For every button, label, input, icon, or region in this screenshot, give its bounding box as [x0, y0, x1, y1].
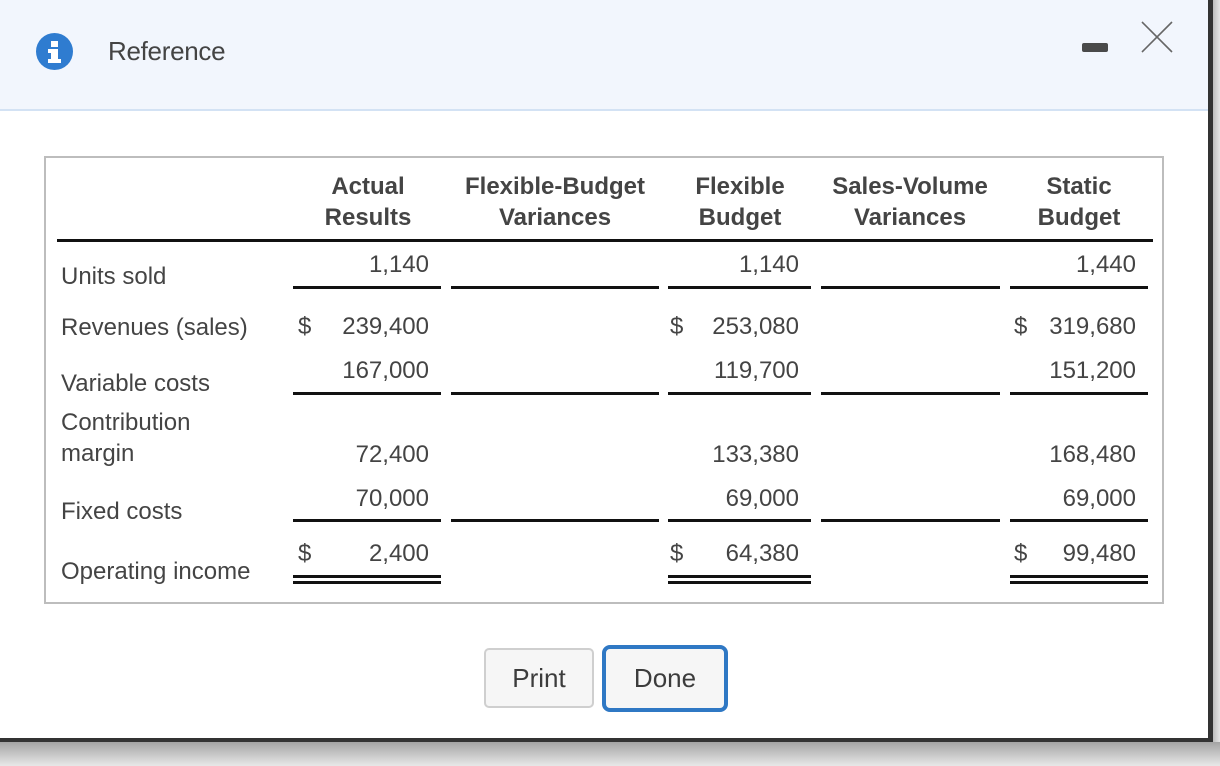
cell-flexible: 253,080 [712, 313, 799, 340]
underline [451, 286, 659, 289]
currency-symbol: $ [1014, 540, 1028, 567]
header-line1: Actual [331, 173, 405, 200]
label-line1: Contribution [61, 409, 191, 436]
double-underline [668, 575, 811, 584]
cell-static: 1,440 [1075, 251, 1136, 278]
cell-actual: 1,140 [368, 251, 429, 278]
cell-flexible: 64,380 [725, 540, 799, 567]
close-button[interactable] [1138, 18, 1176, 56]
column-header-actual-results: Actual Results [308, 171, 428, 233]
cell-static: 168,480 [1049, 441, 1136, 468]
window-shadow-bottom [0, 742, 1220, 766]
currency-symbol: $ [670, 313, 684, 340]
underline [293, 519, 441, 522]
underline [293, 392, 441, 395]
header-line1: Flexible-Budget [464, 173, 645, 200]
dialog-title: Reference [108, 36, 226, 66]
close-icon [1141, 21, 1173, 53]
currency-symbol: $ [670, 540, 684, 567]
cell-actual: 2,400 [368, 540, 429, 567]
row-label-fixed-costs: Fixed costs [61, 498, 183, 525]
cell-static: 319,680 [1049, 313, 1136, 340]
row-label-revenues: Revenues (sales) [61, 314, 248, 341]
cell-static: 99,480 [1062, 540, 1136, 567]
print-button[interactable]: Print [484, 648, 594, 708]
currency-symbol: $ [1014, 313, 1028, 340]
header-line1: Static [1046, 173, 1112, 200]
header-line2: Budget [1037, 204, 1121, 231]
underline [668, 519, 811, 522]
underline [451, 392, 659, 395]
column-header-flexible-budget: Flexible Budget [680, 171, 800, 233]
double-underline [1010, 575, 1148, 584]
dialog-header: Reference [0, 0, 1208, 111]
underline [668, 392, 811, 395]
minimize-button[interactable] [1076, 34, 1114, 62]
header-line2: Variances [498, 204, 612, 231]
column-header-flexible-budget-variances: Flexible-Budget Variances [451, 171, 659, 233]
done-button[interactable]: Done [602, 645, 728, 712]
underline [821, 286, 1000, 289]
column-header-sales-volume-variances: Sales-Volume Variances [815, 171, 1005, 233]
double-underline [293, 575, 441, 584]
underline [821, 392, 1000, 395]
reference-dialog: Reference Actual Results Flexible-Budget… [0, 0, 1213, 742]
cell-static: 69,000 [1062, 485, 1136, 512]
cell-actual: 70,000 [355, 485, 429, 512]
cell-flexible: 1,140 [738, 251, 799, 278]
cell-static: 151,200 [1049, 357, 1136, 384]
underline [668, 286, 811, 289]
underline [1010, 392, 1148, 395]
header-line2: Budget [698, 204, 782, 231]
currency-symbol: $ [298, 540, 312, 567]
header-divider [57, 239, 1153, 242]
underline [821, 519, 1000, 522]
currency-symbol: $ [298, 313, 312, 340]
label-line2: margin [61, 440, 135, 467]
row-label-operating-income: Operating income [61, 558, 251, 585]
header-line2: Variances [853, 204, 967, 231]
header-line1: Flexible [695, 173, 785, 200]
row-label-units-sold: Units sold [61, 263, 167, 290]
cell-actual: 167,000 [342, 357, 429, 384]
cell-actual: 72,400 [355, 441, 429, 468]
underline [293, 286, 441, 289]
row-label-contribution-margin: Contribution margin [61, 407, 190, 469]
underline [1010, 519, 1148, 522]
header-line2: Results [324, 204, 412, 231]
cell-flexible: 133,380 [712, 441, 799, 468]
cell-flexible: 69,000 [725, 485, 799, 512]
row-label-variable-costs: Variable costs [61, 370, 210, 397]
underline [1010, 286, 1148, 289]
window-shadow-right [1213, 0, 1220, 766]
underline [451, 519, 659, 522]
column-header-static-budget: Static Budget [1019, 171, 1139, 233]
info-icon [36, 33, 73, 70]
minimize-icon [1082, 43, 1108, 52]
cell-actual: 239,400 [342, 313, 429, 340]
header-line1: Sales-Volume [832, 173, 988, 200]
cell-flexible: 119,700 [714, 357, 799, 384]
